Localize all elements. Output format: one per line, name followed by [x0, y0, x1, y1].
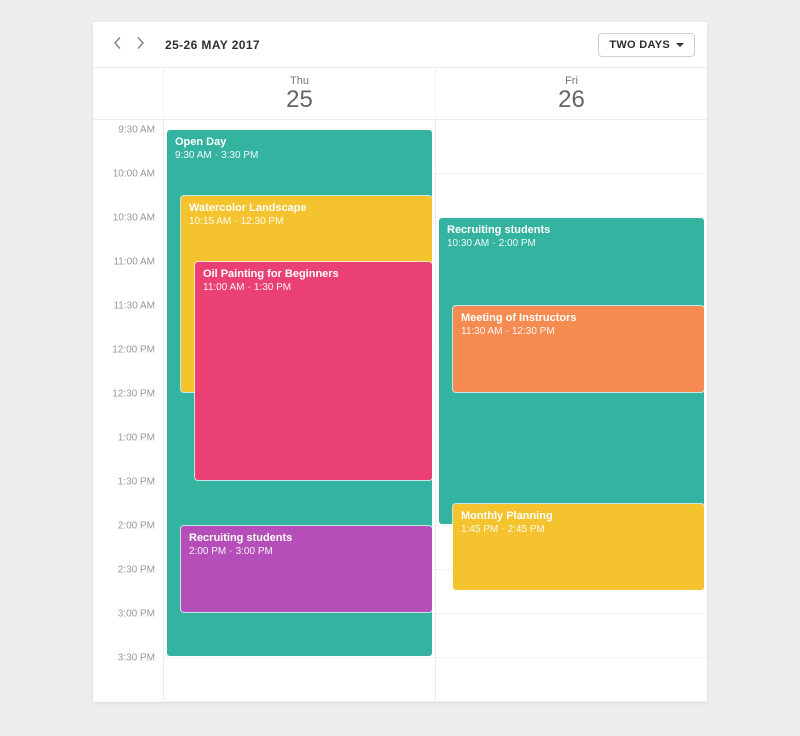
- time-label: 12:00 PM: [112, 345, 155, 356]
- day-number: 25: [286, 87, 313, 112]
- prev-button[interactable]: [105, 33, 129, 57]
- calendar-event[interactable]: Recruiting students2:00 PM-3:00 PM: [181, 526, 432, 612]
- event-time: 9:30 AM-3:30 PM: [175, 150, 424, 161]
- event-title: Monthly Planning: [461, 510, 696, 523]
- event-title: Recruiting students: [447, 224, 696, 237]
- event-title: Meeting of Instructors: [461, 312, 696, 325]
- day-headers: Thu 25 Fri 26: [93, 68, 707, 120]
- event-title: Open Day: [175, 136, 424, 149]
- time-label: 2:00 PM: [118, 521, 155, 532]
- event-time: 2:00 PM-3:00 PM: [189, 546, 424, 557]
- day-header-1: Fri 26: [435, 68, 707, 119]
- event-title: Recruiting students: [189, 532, 424, 545]
- event-time: 10:30 AM-2:00 PM: [447, 238, 696, 249]
- time-label: 10:30 AM: [113, 213, 155, 224]
- time-label: 2:30 PM: [118, 565, 155, 576]
- calendar-panel: 25-26 MAY 2017 TWO DAYS Thu 25 Fri 26 9:…: [93, 22, 707, 702]
- day-columns: Open Day9:30 AM-3:30 PM Watercolor Landsc…: [163, 120, 707, 702]
- time-label: 1:30 PM: [118, 477, 155, 488]
- calendar-event[interactable]: Monthly Planning1:45 PM-2:45 PM: [453, 504, 704, 590]
- time-slot[interactable]: [436, 130, 707, 174]
- time-slot[interactable]: [436, 614, 707, 658]
- time-label: 3:00 PM: [118, 609, 155, 620]
- time-label: 3:30 PM: [118, 653, 155, 664]
- day-header-0: Thu 25: [163, 68, 435, 119]
- next-button[interactable]: [129, 33, 153, 57]
- time-label: 10:00 AM: [113, 169, 155, 180]
- event-time: 11:30 AM-12:30 PM: [461, 326, 696, 337]
- event-title: Oil Painting for Beginners: [203, 268, 424, 281]
- event-time: 11:00 AM-1:30 PM: [203, 282, 424, 293]
- time-label: 1:00 PM: [118, 433, 155, 444]
- time-label: 11:30 AM: [113, 301, 155, 312]
- calendar-event[interactable]: Meeting of Instructors11:30 AM-12:30 PM: [453, 306, 704, 392]
- calendar-event[interactable]: Oil Painting for Beginners11:00 AM-1:30 …: [195, 262, 432, 480]
- view-picker-label: TWO DAYS: [609, 39, 670, 51]
- time-grid: 9:30 AM 10:00 AM 10:30 AM 11:00 AM 11:30 AM 1…: [93, 120, 707, 702]
- chevron-left-icon: [113, 36, 121, 54]
- date-range-label: 25-26 MAY 2017: [165, 38, 260, 52]
- time-slot[interactable]: [164, 658, 435, 702]
- event-title: Watercolor Landscape: [189, 202, 424, 215]
- time-slot[interactable]: [436, 658, 707, 702]
- event-time: 10:15 AM-12:30 PM: [189, 216, 424, 227]
- time-slot[interactable]: [436, 174, 707, 218]
- caret-down-icon: [676, 43, 684, 47]
- view-picker[interactable]: TWO DAYS: [598, 33, 695, 57]
- day-column-0[interactable]: Open Day9:30 AM-3:30 PM Watercolor Landsc…: [163, 120, 435, 702]
- day-number: 26: [558, 87, 585, 112]
- time-label: 9:30 AM: [118, 125, 155, 136]
- time-axis: 9:30 AM 10:00 AM 10:30 AM 11:00 AM 11:30 AM 1…: [93, 120, 163, 702]
- time-label: 11:00 AM: [113, 257, 155, 268]
- toolbar: 25-26 MAY 2017 TWO DAYS: [93, 22, 707, 68]
- time-label: 12:30 PM: [112, 389, 155, 400]
- day-column-1[interactable]: Recruiting students10:30 AM-2:00 PM Meeti…: [435, 120, 707, 702]
- event-time: 1:45 PM-2:45 PM: [461, 524, 696, 535]
- chevron-right-icon: [137, 36, 145, 54]
